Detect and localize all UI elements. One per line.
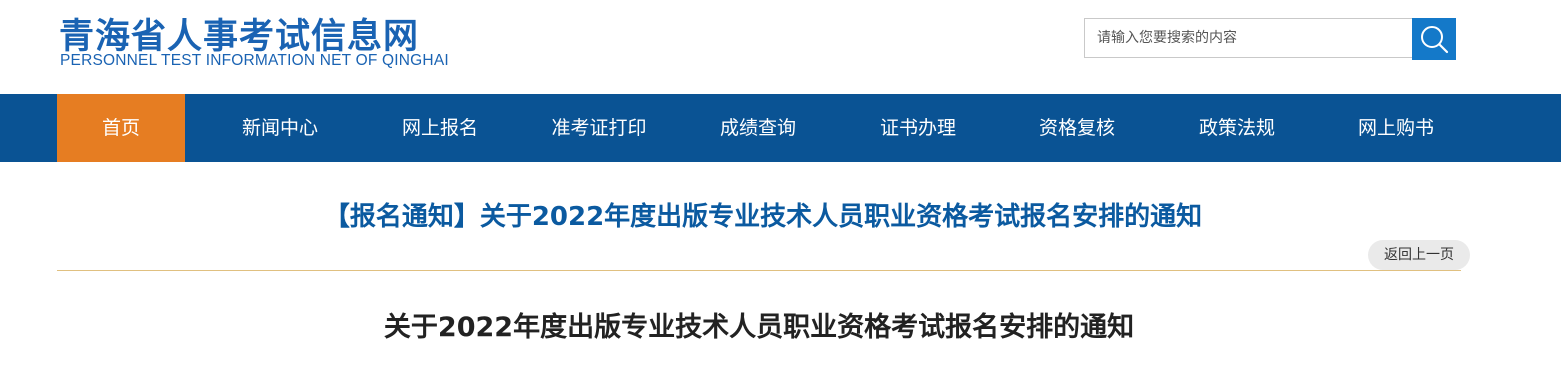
search-icon: [1421, 26, 1449, 54]
nav-item-buy-books[interactable]: 网上购书: [1316, 94, 1476, 162]
nav-item-qualification-review[interactable]: 资格复核: [997, 94, 1157, 162]
site-logo-subtitle: PERSONNEL TEST INFORMATION NET OF QINGHA…: [60, 52, 449, 69]
site-header: 青海省人事考试信息网 PERSONNEL TEST INFORMATION NE…: [0, 0, 1561, 94]
nav-item-certificate[interactable]: 证书办理: [838, 94, 998, 162]
nav-item-admission-ticket[interactable]: 准考证打印: [519, 94, 679, 162]
search-input[interactable]: [1084, 18, 1412, 58]
main-nav: 首页 新闻中心 网上报名 准考证打印 成绩查询 证书办理 资格复核 政策法规 网…: [0, 94, 1561, 162]
page-title: 【报名通知】关于2022年度出版专业技术人员职业资格考试报名安排的通知: [323, 202, 1203, 232]
back-button[interactable]: 返回上一页: [1368, 240, 1470, 270]
search-bar: [1084, 18, 1456, 60]
nav-item-policy[interactable]: 政策法规: [1157, 94, 1317, 162]
title-divider: [57, 270, 1461, 271]
nav-item-news[interactable]: 新闻中心: [200, 94, 360, 162]
article-title: 关于2022年度出版专业技术人员职业资格考试报名安排的通知: [383, 312, 1135, 343]
nav-item-online-registration[interactable]: 网上报名: [360, 94, 520, 162]
search-button[interactable]: [1412, 18, 1456, 60]
nav-item-home[interactable]: 首页: [57, 94, 185, 162]
nav-item-score-query[interactable]: 成绩查询: [678, 94, 838, 162]
